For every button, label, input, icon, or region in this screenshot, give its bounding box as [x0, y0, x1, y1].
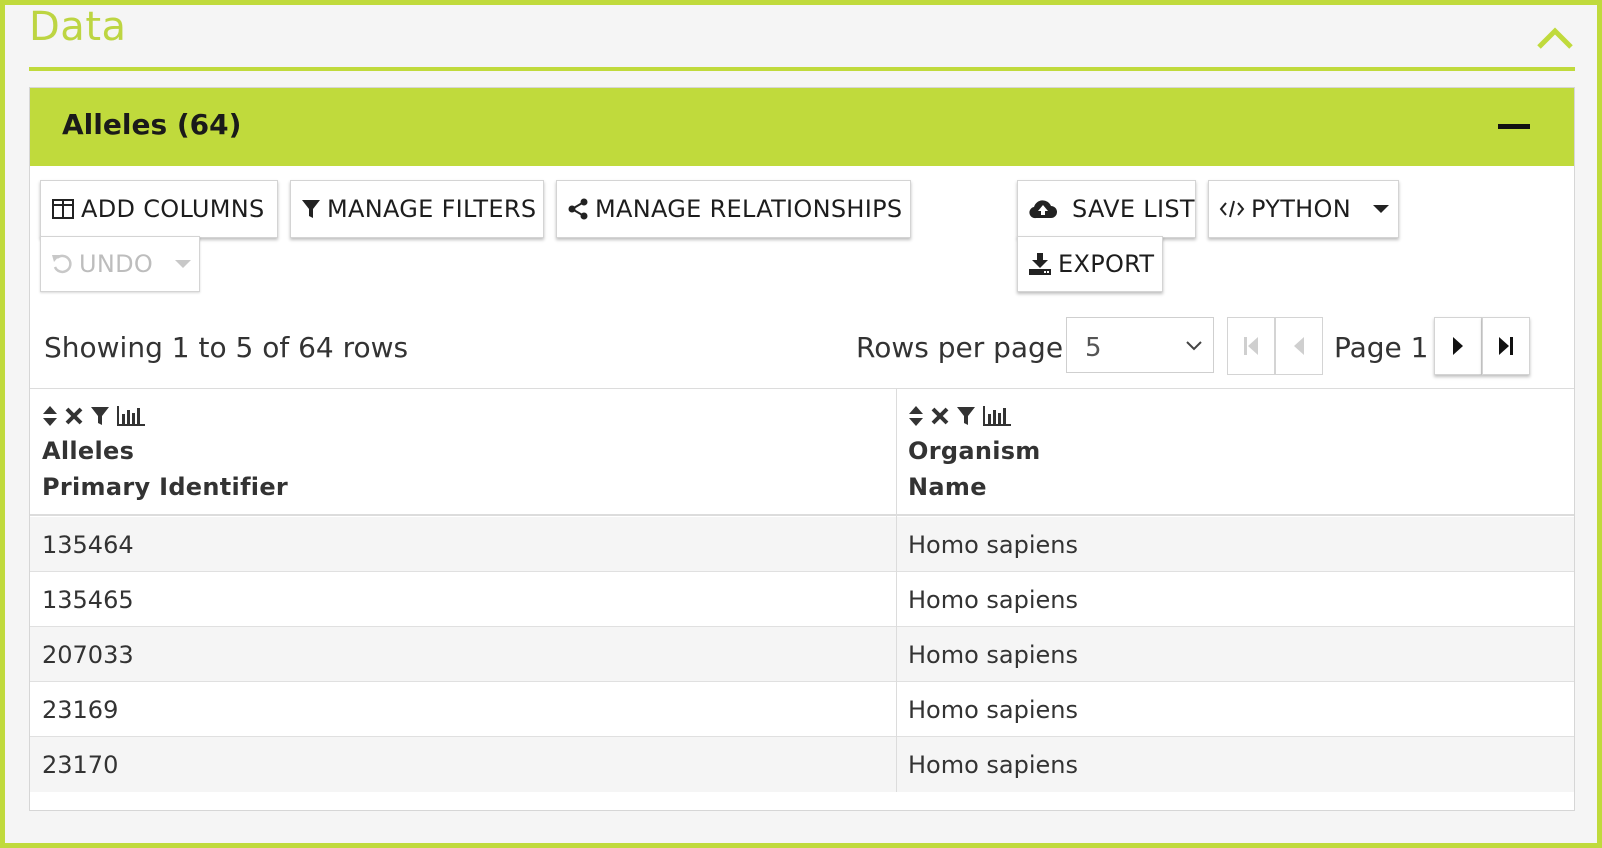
export-label: EXPORT: [1058, 250, 1155, 278]
code-icon: [1219, 199, 1245, 219]
sort-icon[interactable]: [42, 405, 58, 431]
column-header: Alleles Primary Identifier: [42, 403, 288, 505]
export-button[interactable]: EXPORT: [1017, 236, 1163, 292]
undo-button[interactable]: UNDO: [40, 236, 200, 292]
columns-icon: [51, 197, 75, 221]
organism-cell[interactable]: Homo sapiens: [908, 586, 1078, 614]
add-columns-label: ADD COLUMNS: [81, 195, 265, 223]
chevron-down-icon: [1185, 336, 1203, 355]
column-divider: [896, 388, 897, 792]
panel-title: Alleles (64): [62, 108, 242, 141]
column-header: Organism Name: [908, 403, 1041, 505]
rows-per-page-label: Rows per page:: [856, 331, 1073, 364]
organism-cell[interactable]: Homo sapiens: [908, 641, 1078, 669]
cloud-upload-icon: [1028, 198, 1058, 220]
title-divider: [29, 67, 1575, 71]
filter-icon[interactable]: [90, 405, 110, 431]
column-title-line2: Primary Identifier: [42, 473, 289, 501]
allele-id-cell[interactable]: 23170: [42, 751, 118, 779]
organism-cell[interactable]: Homo sapiens: [908, 531, 1078, 559]
undo-icon: [51, 253, 73, 275]
save-list-label: SAVE LIST: [1072, 195, 1195, 223]
table-row[interactable]: 135464 Homo sapiens: [30, 517, 1574, 572]
save-list-button[interactable]: SAVE LIST: [1017, 180, 1196, 238]
manage-relationships-button[interactable]: MANAGE RELATIONSHIPS: [556, 180, 911, 238]
last-page-icon: [1499, 337, 1513, 355]
manage-relationships-label: MANAGE RELATIONSHIPS: [595, 195, 903, 223]
table-row[interactable]: 207033 Homo sapiens: [30, 627, 1574, 682]
rows-per-page-value: 5: [1085, 333, 1102, 363]
table-row[interactable]: 23169 Homo sapiens: [30, 682, 1574, 737]
filter-icon[interactable]: [956, 405, 976, 431]
alleles-panel: Alleles (64) ADD COLUMNS MANAGE FILTERS …: [29, 87, 1575, 811]
download-icon: [1028, 252, 1052, 276]
column-title-line2: Name: [908, 473, 987, 501]
organism-cell[interactable]: Homo sapiens: [908, 751, 1078, 779]
chevron-down-icon: [175, 260, 192, 268]
previous-page-icon: [1294, 337, 1304, 355]
bar-chart-icon[interactable]: [982, 405, 1012, 431]
section-title: Data: [29, 4, 127, 50]
last-page-button[interactable]: [1482, 317, 1530, 375]
minus-icon[interactable]: [1498, 112, 1532, 142]
row-count-text: Showing 1 to 5 of 64 rows: [44, 331, 409, 364]
previous-page-button[interactable]: [1275, 317, 1323, 375]
allele-id-cell[interactable]: 135464: [42, 531, 134, 559]
organism-cell[interactable]: Homo sapiens: [908, 696, 1078, 724]
first-page-button[interactable]: [1227, 317, 1275, 375]
share-icon: [567, 198, 589, 220]
close-icon[interactable]: [930, 406, 950, 430]
allele-id-cell[interactable]: 23169: [42, 696, 118, 724]
allele-id-cell[interactable]: 207033: [42, 641, 134, 669]
next-page-icon: [1453, 337, 1463, 355]
table-row[interactable]: 135465 Homo sapiens: [30, 572, 1574, 627]
undo-label: UNDO: [79, 250, 154, 278]
table-row[interactable]: 23170 Homo sapiens: [30, 737, 1574, 792]
python-button[interactable]: PYTHON: [1208, 180, 1399, 238]
close-icon[interactable]: [64, 406, 84, 430]
column-title-line1: Organism: [908, 437, 1041, 465]
page-indicator: Page 1: [1334, 331, 1429, 364]
add-columns-button[interactable]: ADD COLUMNS: [40, 180, 278, 238]
chevron-up-icon[interactable]: [1535, 23, 1575, 53]
filter-icon: [301, 198, 321, 220]
panel-header: Alleles (64): [30, 88, 1574, 166]
python-label: PYTHON: [1251, 195, 1351, 223]
bar-chart-icon[interactable]: [116, 405, 146, 431]
manage-filters-button[interactable]: MANAGE FILTERS: [290, 180, 544, 238]
next-page-button[interactable]: [1434, 317, 1482, 375]
chevron-down-icon: [1372, 205, 1389, 213]
sort-icon[interactable]: [908, 405, 924, 431]
first-page-icon: [1244, 337, 1258, 355]
data-section: Data Alleles (64) ADD COLUMNS MANAGE FIL…: [5, 4, 1597, 843]
rows-per-page-select[interactable]: 5: [1066, 317, 1214, 373]
manage-filters-label: MANAGE FILTERS: [327, 195, 537, 223]
column-title-line1: Alleles: [42, 437, 135, 465]
allele-id-cell[interactable]: 135465: [42, 586, 134, 614]
table-header: Alleles Primary Identifier Organism Name: [30, 388, 1574, 516]
